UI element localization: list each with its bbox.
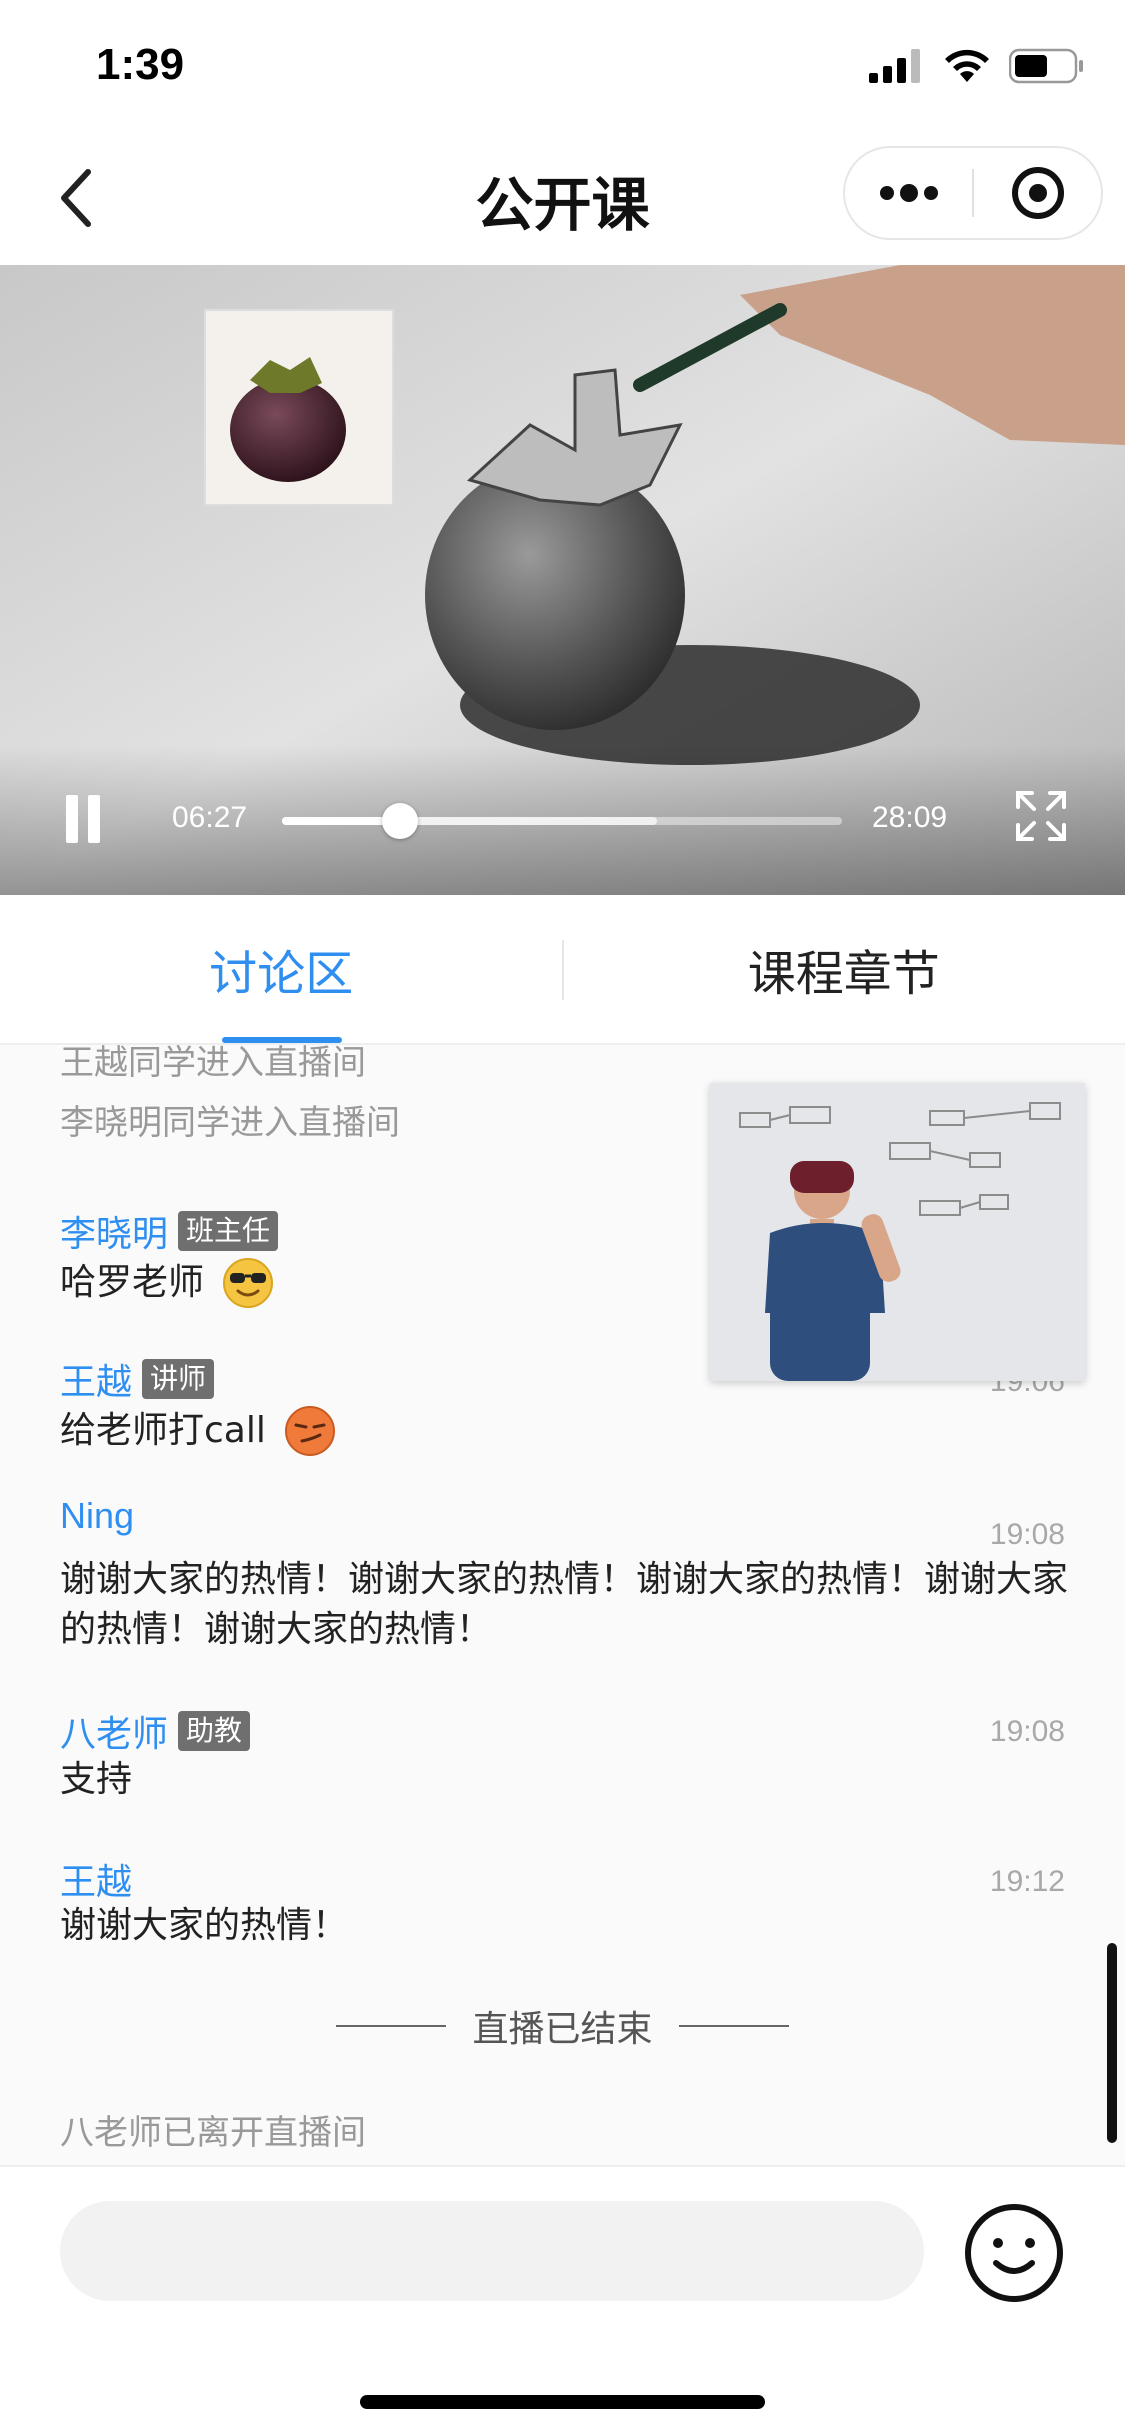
mini-program-capsule bbox=[843, 146, 1103, 240]
message-sender[interactable]: 李晓明 班主任 bbox=[60, 1205, 279, 1257]
pause-button[interactable] bbox=[60, 795, 104, 843]
wifi-icon bbox=[945, 49, 989, 82]
sunglasses-emoji bbox=[223, 1258, 274, 1308]
pause-icon-bar bbox=[88, 795, 100, 843]
message-time: 19:12 bbox=[989, 1865, 1065, 1898]
video-player[interactable]: 06:27 28:09 bbox=[0, 265, 1125, 895]
message-text: 谢谢大家的热情！谢谢大家的热情！谢谢大家的热情！谢谢大家的热情！谢谢大家的热情！ bbox=[60, 1559, 1069, 1650]
current-time: 06:27 bbox=[172, 801, 248, 834]
chat-scrollbar[interactable] bbox=[1107, 1943, 1117, 2143]
sender-name: 王越 bbox=[60, 1362, 133, 1403]
close-target-icon bbox=[1011, 167, 1064, 219]
system-message: 王越同学进入直播间 bbox=[60, 1045, 366, 1083]
message-text: 支持 bbox=[60, 1755, 1070, 1805]
sender-name: 八老师 bbox=[60, 1714, 169, 1755]
active-tab-indicator bbox=[222, 1037, 342, 1043]
sender-name: 王越 bbox=[60, 1862, 133, 1903]
divider-line bbox=[678, 2025, 789, 2027]
role-badge: 讲师 bbox=[142, 1359, 215, 1399]
fullscreen-button[interactable] bbox=[1014, 789, 1068, 843]
tab-discussion[interactable]: 讨论区 bbox=[0, 895, 563, 1043]
video-controls: 06:27 28:09 bbox=[0, 745, 1125, 895]
fullscreen-icon bbox=[1016, 791, 1066, 841]
tab-divider bbox=[562, 940, 564, 1000]
home-indicator[interactable] bbox=[360, 2395, 765, 2409]
more-button[interactable] bbox=[845, 148, 972, 238]
message-time: 19:08 bbox=[989, 1518, 1065, 1551]
smirk-emoji bbox=[284, 1406, 335, 1456]
status-icons bbox=[869, 48, 1085, 84]
progress-thumb[interactable] bbox=[381, 803, 418, 839]
progress-slider[interactable] bbox=[282, 803, 842, 839]
live-ended-divider: 直播已结束 bbox=[0, 2000, 1125, 2052]
status-bar: 1:39 bbox=[0, 0, 1125, 132]
sender-name: 李晓明 bbox=[60, 1214, 169, 1255]
total-time: 28:09 bbox=[872, 801, 948, 834]
emoji-button[interactable] bbox=[964, 2203, 1064, 2303]
close-mini-program-button[interactable] bbox=[974, 148, 1101, 238]
role-badge: 助教 bbox=[178, 1711, 251, 1751]
message-body: 给老师打call bbox=[60, 1410, 266, 1451]
chat-list[interactable]: 王越同学进入直播间 李晓明同学进入直播间 李晓明 班主任 哈罗老师 王越 讲师 … bbox=[0, 1045, 1125, 2165]
teacher-camera-pip[interactable] bbox=[710, 1083, 1085, 1381]
message-sender[interactable]: 王越 讲师 bbox=[60, 1353, 215, 1405]
smiley-icon bbox=[965, 2204, 1063, 2302]
status-time: 1:39 bbox=[96, 40, 185, 89]
system-message: 李晓明同学进入直播间 bbox=[60, 1103, 400, 1143]
message-time: 19:08 bbox=[989, 1715, 1065, 1748]
system-message: 八老师已离开直播间 bbox=[60, 2113, 366, 2153]
nav-bar: 公开课 bbox=[0, 132, 1125, 265]
role-badge: 班主任 bbox=[178, 1211, 279, 1251]
message-body: 谢谢大家的热情！ bbox=[60, 1905, 349, 1946]
signal-icon bbox=[869, 49, 920, 83]
battery-icon bbox=[1009, 48, 1083, 84]
message-sender[interactable]: 王越 bbox=[60, 1853, 132, 1905]
message-text: 谢谢大家的热情！ bbox=[60, 1901, 1070, 1951]
pause-icon bbox=[66, 795, 78, 843]
message-sender[interactable]: Ning bbox=[60, 1495, 134, 1537]
more-dots-icon bbox=[879, 184, 938, 202]
message-input[interactable] bbox=[60, 2201, 924, 2301]
divider-line bbox=[336, 2025, 447, 2027]
tab-bar: 讨论区 课程章节 bbox=[0, 895, 1125, 1045]
teacher-video-frame bbox=[710, 1083, 1085, 1381]
live-ended-label: 直播已结束 bbox=[472, 2009, 653, 2050]
message-body: 支持 bbox=[60, 1759, 133, 1800]
message-text: 给老师打call bbox=[60, 1405, 1070, 1457]
message-sender[interactable]: 八老师 助教 bbox=[60, 1705, 251, 1757]
sender-name: Ning bbox=[60, 1495, 135, 1536]
tab-chapters[interactable]: 课程章节 bbox=[563, 895, 1125, 1043]
message-body: 哈罗老师 bbox=[60, 1262, 205, 1303]
